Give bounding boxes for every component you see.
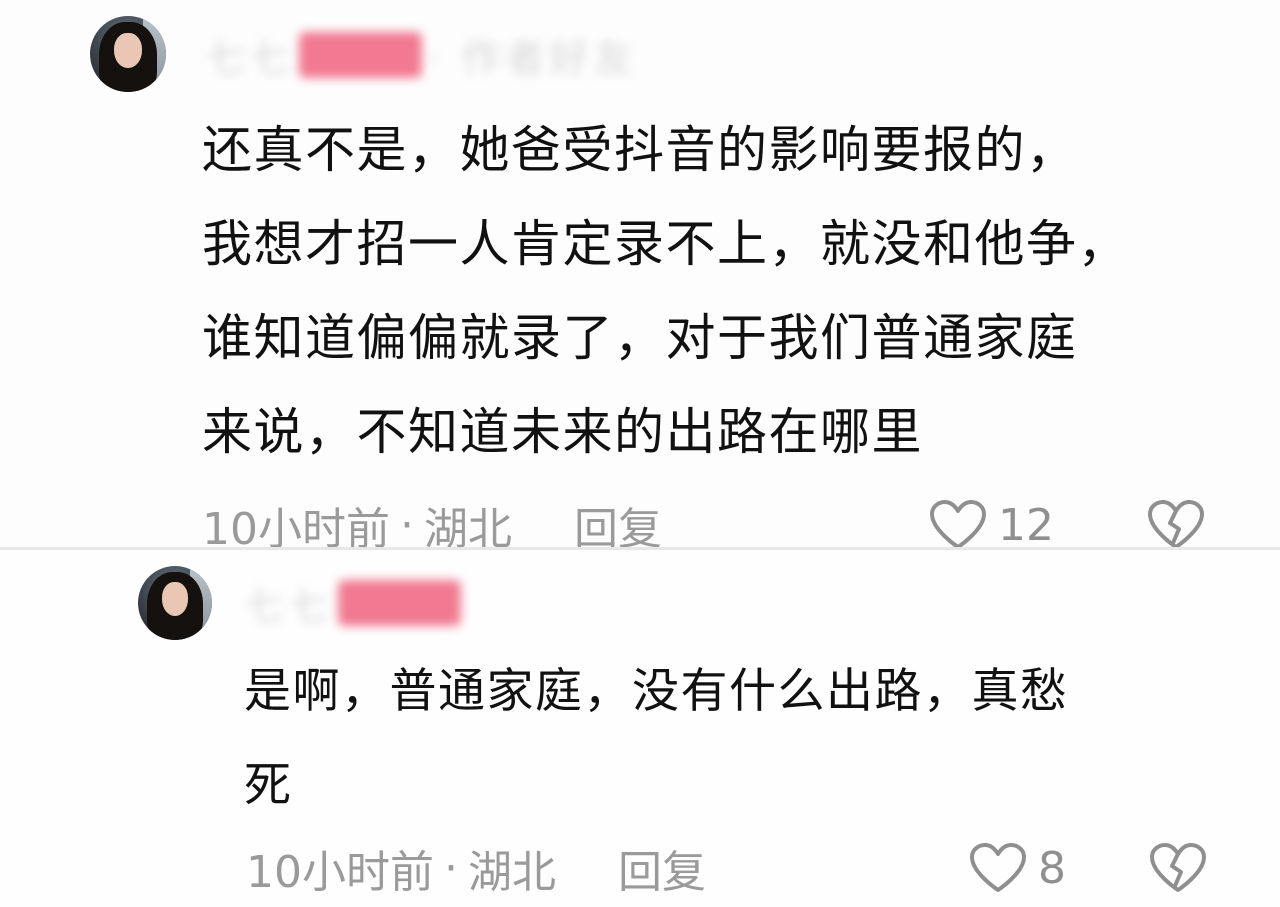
reply-button[interactable]: 回复 [574, 493, 662, 547]
comment-text: 是啊，普通家庭，没有什么出路，真愁 死 [244, 664, 1069, 813]
username[interactable]: 七七 xxxx · 作者好友 [205, 28, 637, 82]
heart-outline-icon [930, 500, 986, 547]
like-count: 8 [1038, 842, 1066, 894]
username[interactable]: 七七 xxxx [244, 576, 467, 630]
avatar[interactable] [138, 566, 212, 640]
meta-separator: · [400, 499, 414, 548]
comment-meta: 10小时前 · 湖北 回复 [202, 493, 662, 548]
broken-heart-icon [1150, 843, 1206, 892]
reply-button[interactable]: 回复 [618, 836, 706, 900]
username-text: 七七 [244, 584, 332, 630]
username-suffix: · 作者好友 [427, 36, 638, 82]
like-count: 12 [998, 499, 1054, 548]
username-text: 七七 [205, 36, 293, 82]
comment-location: 湖北 [468, 847, 556, 898]
comment-time: 10小时前 [202, 504, 390, 547]
comment-meta: 10小时前 · 湖北 回复 [246, 836, 706, 900]
like-button[interactable]: 8 [968, 838, 1066, 898]
comment-time: 10小时前 [246, 847, 434, 898]
broken-heart-icon [1148, 500, 1204, 547]
dislike-button[interactable] [1146, 499, 1206, 547]
comment-text: 还真不是，她爸受抖音的影响要报的， 我想才招一人肯定录不上，就没和他争， 谁知道… [202, 121, 1129, 461]
comment-location: 湖北 [424, 504, 512, 547]
comment-1: 七七 xxxx · 作者好友 还真不是，她爸受抖音的影响要报的， 我想才招一人肯… [0, 0, 1280, 547]
dislike-button[interactable] [1148, 842, 1208, 898]
comment-2: 七七 xxxx 是啊，普通家庭，没有什么出路，真愁 死 10小时前 · 湖北 回… [0, 550, 1280, 907]
username-masked: xxxx [338, 580, 461, 626]
meta-separator: · [444, 842, 458, 894]
avatar[interactable] [90, 16, 166, 92]
heart-outline-icon [970, 843, 1026, 892]
like-button[interactable]: 12 [928, 495, 1054, 547]
username-masked: xxxx [299, 32, 422, 78]
